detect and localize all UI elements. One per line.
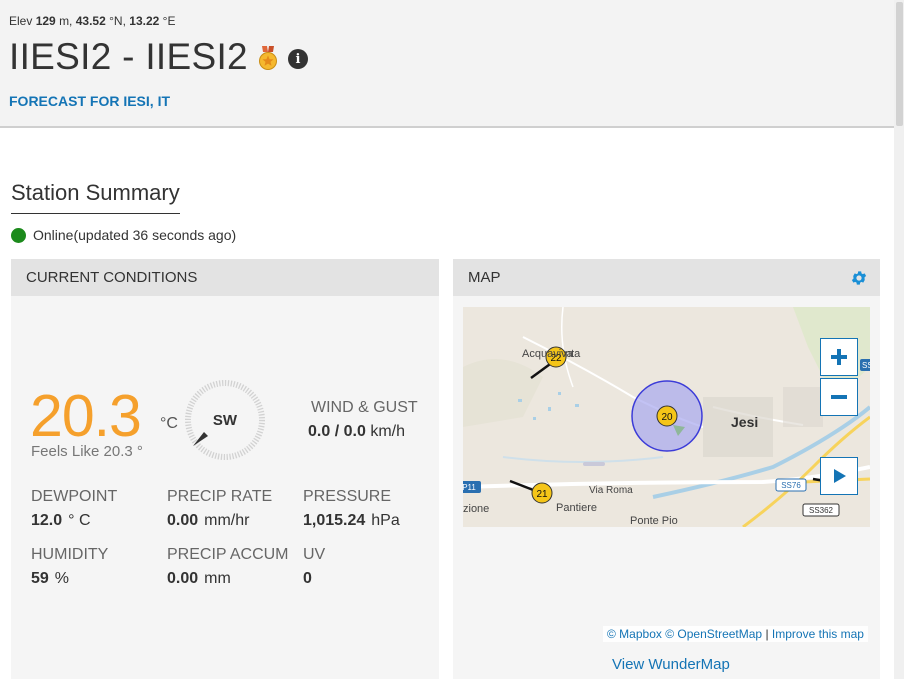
- view-wundermap-link[interactable]: View WunderMap: [612, 656, 730, 673]
- play-button[interactable]: [820, 457, 858, 495]
- current-conditions-header: CURRENT CONDITIONS: [11, 259, 439, 296]
- precip-rate-metric: PRECIP RATE 0.00 mm/hr: [167, 488, 273, 529]
- map-canvas[interactable]: 22 20 21 Acquaviva nta Jesi Via Roma Pan…: [463, 307, 870, 527]
- map-attribution: © Mapbox © OpenStreetMap | Improve this …: [603, 626, 868, 642]
- section-title: Station Summary: [11, 180, 180, 214]
- uv-value: 0: [303, 570, 312, 587]
- road-badge-ss-edge: SS: [860, 359, 870, 371]
- station-marker-21[interactable]: 21: [531, 482, 553, 504]
- current-conditions-panel: CURRENT CONDITIONS 20.3 °C Feels Like 20…: [11, 259, 439, 679]
- longitude-value: 13.22: [129, 14, 160, 28]
- scrollbar-thumb[interactable]: [896, 2, 903, 126]
- play-icon: [834, 469, 846, 483]
- medal-icon[interactable]: [258, 46, 278, 72]
- online-status-dot: [11, 227, 26, 243]
- svg-text:21: 21: [536, 489, 548, 500]
- map-header: MAP: [453, 259, 880, 296]
- pressure-metric: PRESSURE 1,015.24 hPa: [303, 488, 400, 529]
- map-label-jesi: Jesi: [731, 414, 758, 430]
- svg-text:P11: P11: [463, 483, 476, 492]
- temperature-unit: °C: [160, 415, 178, 432]
- road-badge-p11: P11: [463, 481, 481, 493]
- precip-accum-value: 0.00: [167, 570, 199, 587]
- road-badge-ss76: SS76: [775, 478, 807, 492]
- forecast-link[interactable]: FORECAST FOR IESI, IT: [9, 93, 170, 109]
- map-label-ponte-pio: Ponte Pio: [630, 515, 678, 527]
- svg-text:SS: SS: [862, 361, 870, 370]
- feels-like: Feels Like 20.3 °: [31, 443, 143, 460]
- station-map[interactable]: 22 20 21 Acquaviva nta Jesi Via Roma Pan…: [463, 307, 870, 527]
- road-badge-ss362: SS362: [802, 503, 840, 517]
- pressure-value: 1,015.24: [303, 512, 366, 529]
- openstreetmap-link[interactable]: © OpenStreetMap: [665, 627, 762, 641]
- minus-icon: [831, 395, 847, 399]
- svg-text:SS76: SS76: [781, 481, 801, 490]
- map-label-zione: zione: [463, 503, 489, 515]
- uv-metric: UV 0: [303, 546, 326, 587]
- map-label-via-roma: Via Roma: [589, 485, 633, 496]
- online-status: Online(updated 36 seconds ago): [11, 226, 236, 244]
- online-status-text: Online(updated 36 seconds ago): [33, 227, 237, 243]
- wind-compass-icon: SW: [185, 380, 265, 460]
- wind-gust-value: 0.0 / 0.0 km/h: [308, 423, 405, 440]
- svg-text:20: 20: [661, 412, 673, 423]
- plus-icon: [831, 349, 847, 365]
- elevation-value: 129: [35, 14, 56, 28]
- info-icon[interactable]: i: [287, 49, 308, 69]
- wind-gust-label: WIND & GUST: [311, 399, 418, 416]
- station-marker-20[interactable]: 20: [656, 405, 678, 427]
- precip-rate-value: 0.00: [167, 512, 199, 529]
- map-label-town-tail: nta: [565, 348, 581, 360]
- map-panel: MAP 22 20 21 Acquaviva nta Jesi Via Roma…: [453, 259, 880, 679]
- improve-map-link[interactable]: Improve this map: [772, 627, 864, 641]
- dewpoint-metric: DEWPOINT 12.0 ° C: [31, 488, 118, 529]
- station-location-line: Elev 129 m, 43.52 °N, 13.22 °E: [9, 14, 176, 28]
- map-label-pantiere: Pantiere: [556, 502, 597, 514]
- temperature-value: 20.3: [30, 383, 142, 449]
- settings-gear-icon[interactable]: [850, 269, 868, 287]
- zoom-in-button[interactable]: [820, 338, 858, 376]
- zoom-out-button[interactable]: [820, 378, 858, 416]
- latitude-value: 43.52: [75, 14, 106, 28]
- humidity-value: 59: [31, 570, 49, 587]
- dewpoint-value: 12.0: [31, 512, 63, 529]
- precip-accum-metric: PRECIP ACCUM 0.00 mm: [167, 546, 289, 587]
- svg-text:SS362: SS362: [809, 506, 834, 515]
- humidity-metric: HUMIDITY 59%: [31, 546, 109, 587]
- wind-gust: 0.0: [343, 423, 366, 440]
- wind-speed: 0.0: [308, 423, 331, 440]
- wind-direction-label: SW: [213, 412, 238, 429]
- mapbox-link[interactable]: © Mapbox: [607, 627, 662, 641]
- station-header: Elev 129 m, 43.52 °N, 13.22 °E IIESI2 - …: [0, 0, 894, 128]
- station-title: IIESI2 - IIESI2: [9, 36, 248, 77]
